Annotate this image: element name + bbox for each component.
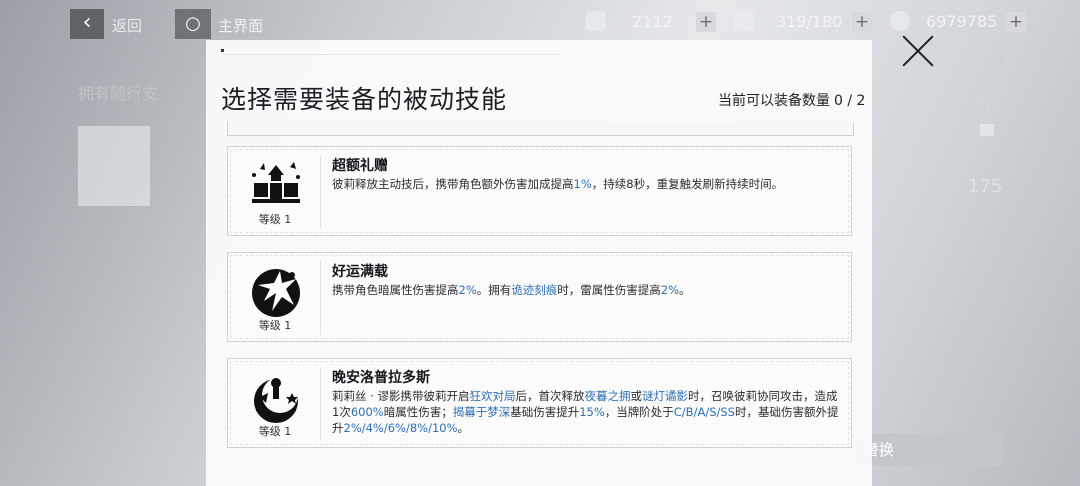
- title-divider: [221, 54, 561, 55]
- desc-text: 携带角色暗属性伤害提高: [332, 283, 459, 297]
- lock-icon: [980, 124, 994, 136]
- highlight-term: 2%: [660, 283, 679, 297]
- bg-stat-value: 175: [968, 176, 1003, 197]
- title-marker: [221, 49, 224, 52]
- desc-text: ，当牌阶处于: [604, 405, 674, 419]
- bg-section-title: 拥有随行支: [78, 84, 159, 103]
- circle-icon: ○: [185, 13, 201, 34]
- ticket-icon: [586, 11, 606, 31]
- skill-description: 莉莉丝 · 谬影携带彼莉开启狂欢对局后，首次释放夜暮之拥或谜灯谲影时，召唤彼莉协…: [332, 388, 842, 436]
- skill-card-partial[interactable]: [227, 122, 854, 136]
- luck-star-icon: [246, 267, 306, 317]
- highlight-term: 夜暮之拥: [584, 389, 631, 403]
- skill-description: 携带角色暗属性伤害提高2%。拥有诡迹刻痕时，雷属性伤害提高2%。: [332, 282, 842, 298]
- skill-card[interactable]: 等级 1 晚安洛普拉多斯 莉莉丝 · 谬影携带彼莉开启狂欢对局后，首次释放夜暮之…: [227, 358, 852, 448]
- card-divider: [320, 155, 321, 229]
- chevron-down-icon: ∨: [997, 54, 1008, 70]
- equip-count-label: 当前可以装备数量: [718, 93, 830, 109]
- desc-text: 莉莉丝 · 谬影携带彼莉开启: [332, 389, 470, 403]
- desc-text: 时，雷属性伤害提高: [557, 283, 661, 297]
- highlight-term: 诡迹刻痕: [511, 283, 558, 297]
- highlight-term: 15%: [579, 405, 605, 419]
- highlight-term: 谜灯谲影: [641, 389, 688, 403]
- resource-ticket-value: 2112: [632, 12, 673, 31]
- bg-character-card: [78, 126, 150, 206]
- add-energy-button[interactable]: +: [852, 12, 872, 32]
- close-button[interactable]: [898, 30, 938, 70]
- skill-description: 彼莉释放主动技后，携带角色额外伤害加成提高1%，持续8秒，重复触发刷新持续时间。: [332, 176, 842, 192]
- equip-count-value: 0 / 2: [834, 93, 866, 109]
- back-label: 返回: [112, 17, 143, 35]
- card-divider: [320, 367, 321, 441]
- skill-card[interactable]: 等级 1 好运满载 携带角色暗属性伤害提高2%。拥有诡迹刻痕时，雷属性伤害提高2…: [227, 252, 852, 342]
- energy-icon: [734, 11, 754, 31]
- moon-night-icon: [246, 373, 306, 423]
- skill-list[interactable]: 等级 1 超额礼赠 彼莉释放主动技后，携带角色额外伤害加成提高1%，持续8秒，重…: [223, 122, 856, 454]
- highlight-term: C/B/A/S/SS: [673, 405, 735, 419]
- desc-text: ，持续8秒，重复触发刷新持续时间。: [591, 177, 784, 191]
- desc-text: 。: [457, 421, 470, 435]
- desc-text: 或: [630, 389, 642, 403]
- modal-title: 选择需要装备的被动技能: [221, 85, 508, 114]
- add-coin-button[interactable]: +: [1006, 12, 1026, 32]
- trophy-podium-icon: [246, 161, 306, 209]
- skill-level: 等级 1: [258, 319, 292, 332]
- highlight-term: 揭幕于梦深: [452, 405, 511, 419]
- highlight-term: 2%/4%/6%/8%/10%: [343, 421, 458, 435]
- desc-text: 暗属性伤害；: [383, 405, 453, 419]
- skill-name: 好运满载: [332, 264, 388, 280]
- highlight-term: 狂欢对局: [469, 389, 516, 403]
- desc-text: 彼莉释放主动技后，携带角色额外伤害加成提高: [332, 177, 574, 191]
- card-divider: [320, 261, 321, 335]
- back-button[interactable]: ‹: [70, 9, 104, 39]
- desc-text: 后，首次释放: [515, 389, 585, 403]
- add-ticket-button[interactable]: +: [696, 12, 716, 32]
- skill-level: 等级 1: [258, 213, 292, 226]
- resource-coin-value: 6979785: [926, 12, 998, 31]
- replace-button[interactable]: 替换: [852, 434, 1002, 466]
- desc-text: 基础伤害提升: [510, 405, 580, 419]
- home-label: 主界面: [218, 17, 264, 35]
- desc-text: 。: [679, 283, 691, 297]
- skill-name: 晚安洛普拉多斯: [332, 370, 430, 386]
- skill-name: 超额礼赠: [332, 158, 388, 174]
- highlight-term: 2%: [458, 283, 477, 297]
- chevron-left-icon: ‹: [82, 10, 92, 35]
- coin-icon: [890, 11, 910, 31]
- skill-level: 等级 1: [258, 425, 292, 438]
- resource-energy-value: 319/180: [776, 12, 843, 31]
- highlight-term: 1%: [573, 177, 592, 191]
- rank-letter: S: [975, 90, 992, 120]
- highlight-term: 600%: [350, 405, 384, 419]
- equip-count: 当前可以装备数量 0 / 2: [718, 90, 865, 110]
- desc-text: 。拥有: [476, 283, 512, 297]
- skill-card[interactable]: 等级 1 超额礼赠 彼莉释放主动技后，携带角色额外伤害加成提高1%，持续8秒，重…: [227, 146, 852, 236]
- home-button[interactable]: ○: [175, 9, 211, 39]
